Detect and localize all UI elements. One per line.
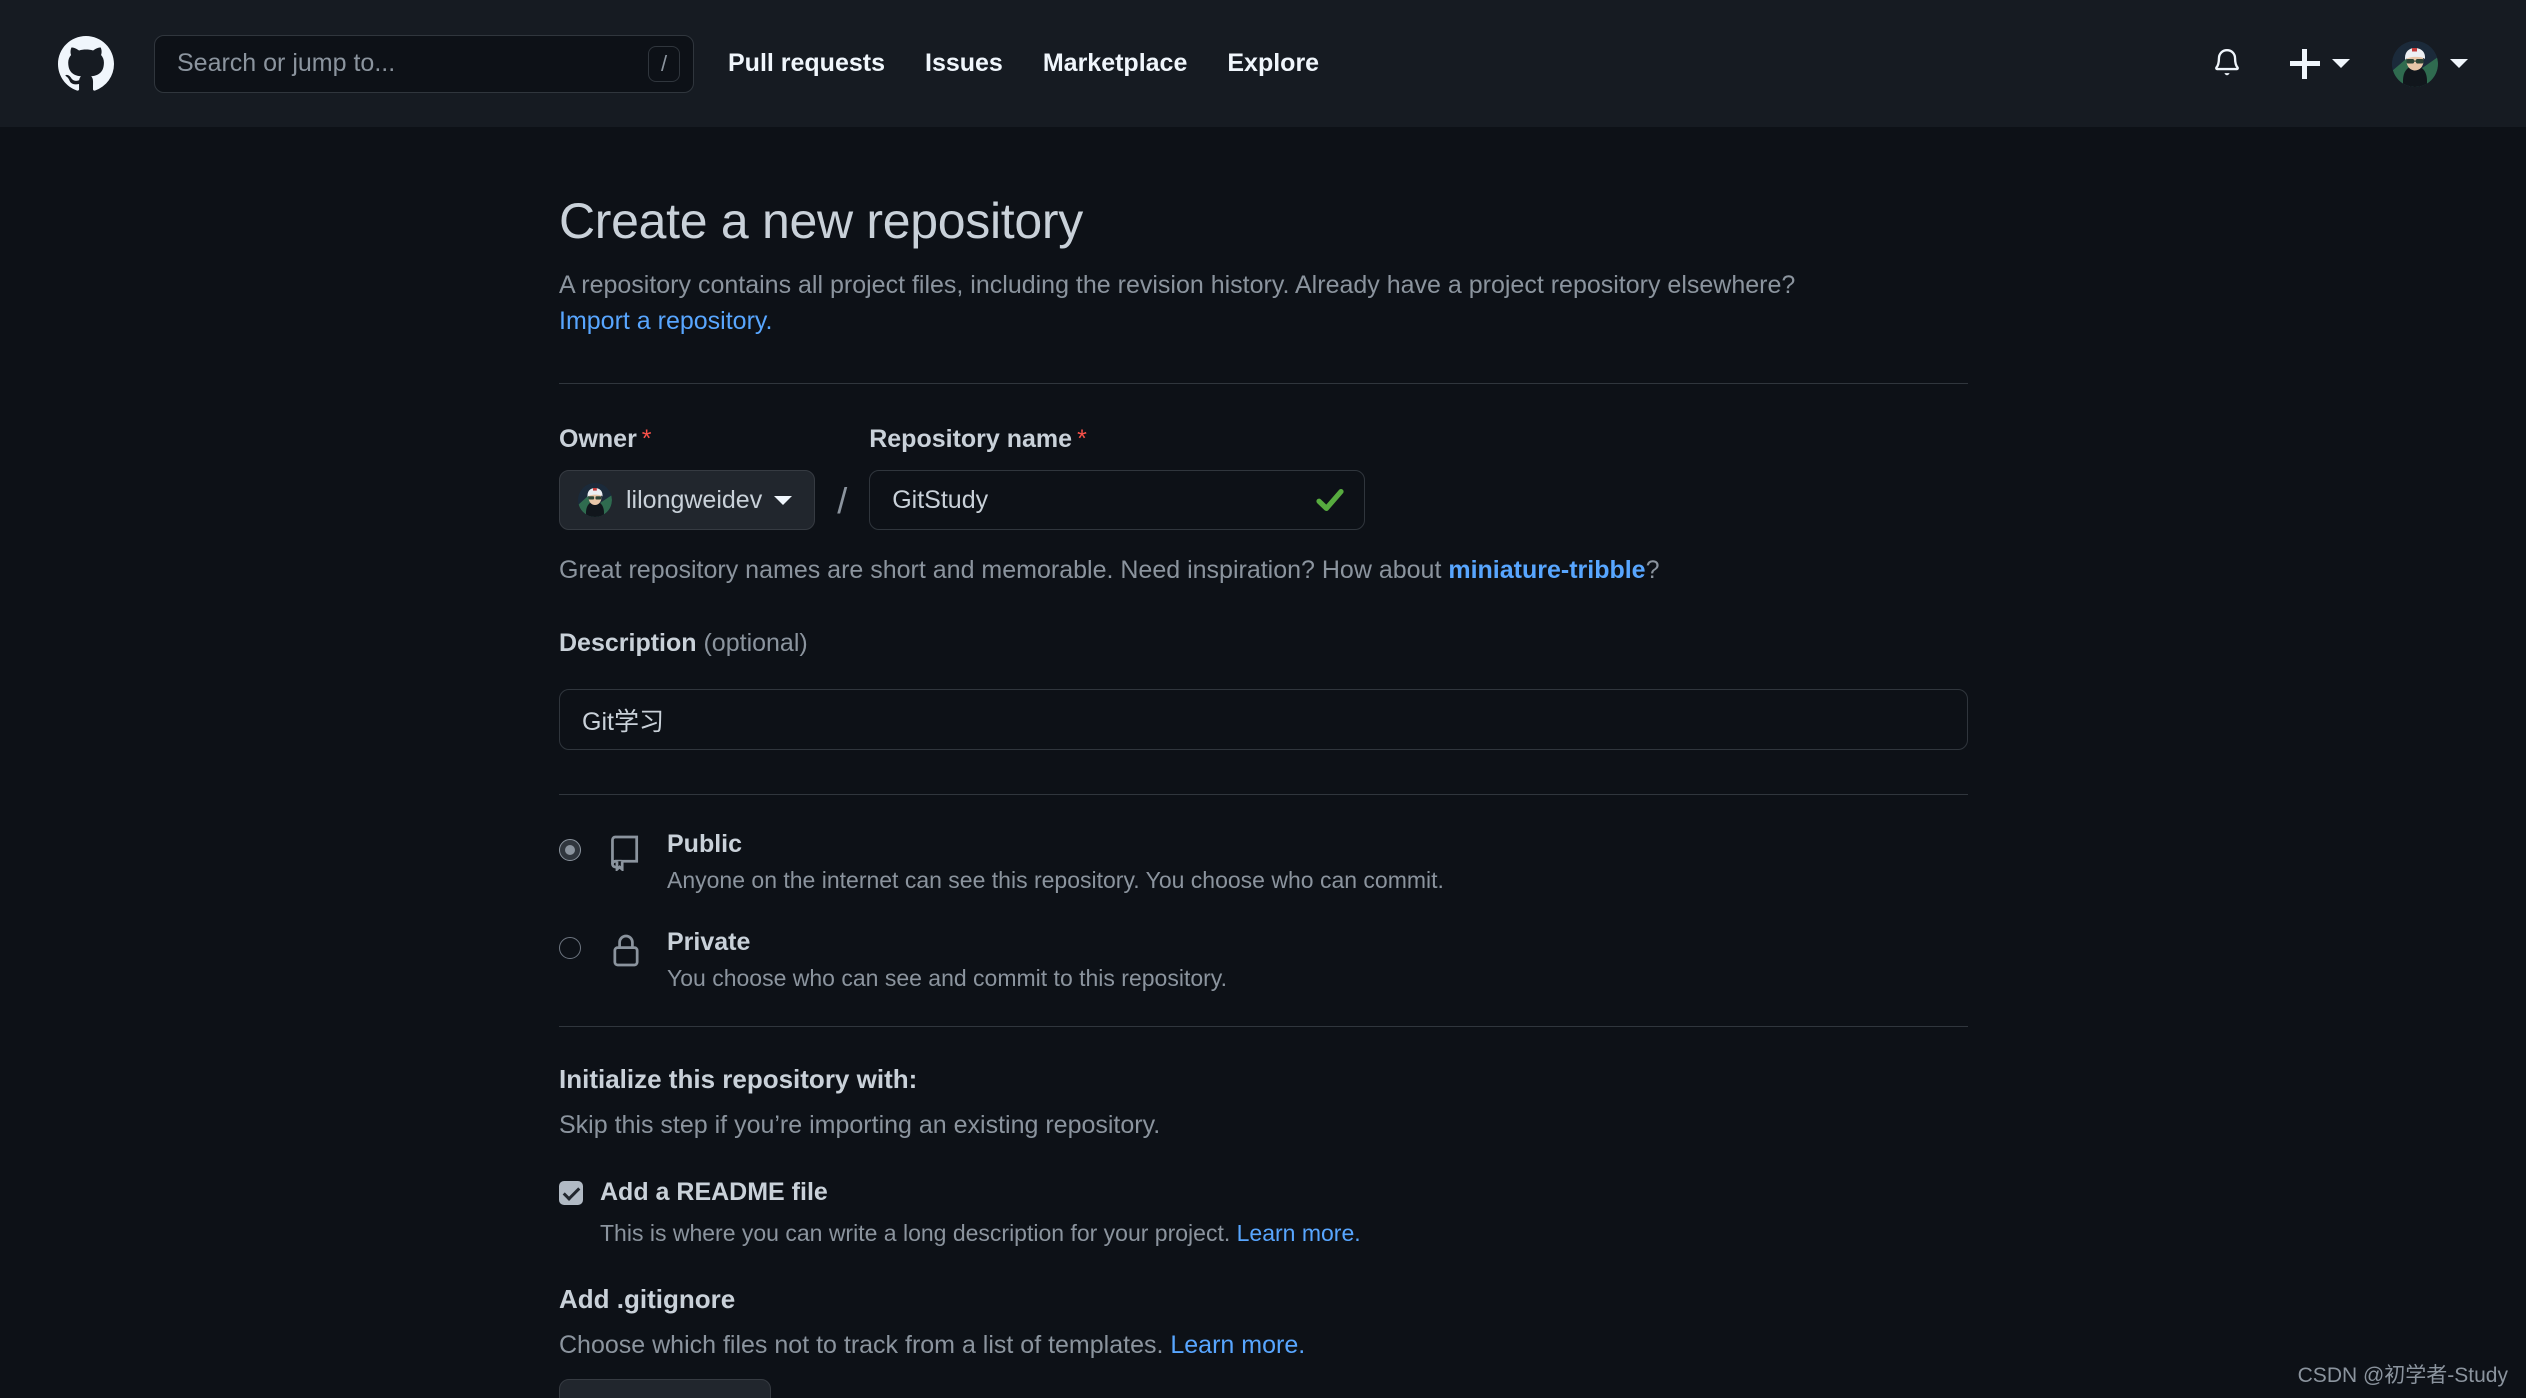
divider xyxy=(559,383,1968,384)
nav-link-pull-requests[interactable]: Pull requests xyxy=(728,49,885,78)
bell-icon[interactable] xyxy=(2210,47,2244,81)
chevron-down-icon xyxy=(774,495,793,505)
description-optional-label: (optional) xyxy=(703,629,808,657)
readme-learn-more-link[interactable]: Learn more. xyxy=(1237,1220,1361,1246)
repository-name-hint: Great repository names are short and mem… xyxy=(559,556,1968,585)
repository-name-label-text: Repository name xyxy=(869,425,1073,453)
visibility-private-subtitle: You choose who can see and commit to thi… xyxy=(667,965,1227,991)
plus-icon xyxy=(2290,48,2320,79)
readme-label[interactable]: Add a README file xyxy=(600,1178,828,1207)
initialize-subtitle: Skip this step if you’re importing an ex… xyxy=(559,1111,1161,1139)
primary-nav: Pull requests Issues Marketplace Explore xyxy=(728,49,1319,78)
visibility-options: Public Anyone on the internet can see th… xyxy=(559,830,1968,992)
chevron-down-icon xyxy=(2332,59,2350,68)
gitignore-subtitle-text: Choose which files not to track from a l… xyxy=(559,1331,1171,1359)
readme-checkbox[interactable] xyxy=(559,1180,583,1205)
description-label: Description (optional) xyxy=(559,629,1968,658)
repository-name-field: Repository name * xyxy=(869,425,1366,530)
main-content: Create a new repository A repository con… xyxy=(0,127,2526,1398)
radio-private[interactable] xyxy=(559,937,581,959)
create-new-menu[interactable] xyxy=(2290,48,2350,79)
gitignore-learn-more-link[interactable]: Learn more. xyxy=(1170,1331,1305,1359)
visibility-public-text: Public Anyone on the internet can see th… xyxy=(667,830,1444,894)
nav-link-issues[interactable]: Issues xyxy=(925,49,1003,78)
page-description-text: A repository contains all project files,… xyxy=(559,271,1796,299)
visibility-public-subtitle: Anyone on the internet can see this repo… xyxy=(667,867,1444,893)
visibility-public-title[interactable]: Public xyxy=(667,830,1444,859)
page-title: Create a new repository xyxy=(559,193,1083,249)
watermark: CSDN @初学者-Study xyxy=(2297,1364,2508,1387)
chevron-down-icon xyxy=(2450,59,2468,68)
repository-name-input[interactable] xyxy=(892,485,1315,515)
suggested-name-link[interactable]: miniature-tribble xyxy=(1448,556,1645,584)
hint-text-before: Great repository names are short and mem… xyxy=(559,556,1449,584)
global-header: / Pull requests Issues Marketplace Explo… xyxy=(0,0,2526,127)
green-check-icon xyxy=(1314,484,1346,516)
visibility-option-private[interactable]: Private You choose who can see and commi… xyxy=(559,928,1968,992)
header-actions xyxy=(2210,40,2468,87)
owner-and-name-row: Owner * lilongweidev / Repository name *… xyxy=(559,425,1968,530)
owner-name-separator: / xyxy=(837,480,848,521)
page-description: A repository contains all project files,… xyxy=(559,268,1968,339)
search-box[interactable]: / xyxy=(154,34,694,93)
readme-subtitle: This is where you can write a long descr… xyxy=(600,1220,1968,1247)
search-input[interactable] xyxy=(177,49,648,78)
owner-label: Owner * xyxy=(559,425,815,454)
divider xyxy=(559,794,1968,795)
avatar xyxy=(2392,40,2438,87)
divider xyxy=(559,1026,1968,1027)
owner-dropdown-button[interactable]: lilongweidev xyxy=(559,470,816,530)
new-repository-form: Create a new repository A repository con… xyxy=(559,192,1968,1398)
search-shortcut-badge: / xyxy=(648,45,680,82)
visibility-option-public[interactable]: Public Anyone on the internet can see th… xyxy=(559,830,1968,894)
gitignore-template-dropdown[interactable] xyxy=(559,1379,771,1398)
github-logo-icon[interactable] xyxy=(58,35,114,92)
lock-icon xyxy=(607,931,645,969)
initialize-title: Initialize this repository with: xyxy=(559,1064,918,1094)
import-repository-link[interactable]: Import a repository. xyxy=(559,307,773,335)
account-menu[interactable] xyxy=(2392,40,2468,87)
readme-subtitle-text: This is where you can write a long descr… xyxy=(600,1220,1237,1246)
readme-checkbox-row[interactable]: Add a README file xyxy=(559,1178,1968,1207)
owner-avatar xyxy=(578,483,612,517)
gitignore-title: Add .gitignore xyxy=(559,1284,736,1314)
nav-link-marketplace[interactable]: Marketplace xyxy=(1043,49,1188,78)
visibility-private-title[interactable]: Private xyxy=(667,928,1227,957)
gitignore-subtitle: Choose which files not to track from a l… xyxy=(559,1331,1968,1360)
repo-book-icon xyxy=(607,833,645,871)
nav-link-explore[interactable]: Explore xyxy=(1227,49,1319,78)
description-field: Description (optional) xyxy=(559,629,1968,750)
repository-name-input-wrap[interactable] xyxy=(869,470,1366,530)
owner-required-mark: * xyxy=(641,425,652,453)
description-label-text: Description xyxy=(559,629,697,657)
hint-text-after: ? xyxy=(1645,556,1660,584)
repository-name-label: Repository name * xyxy=(869,425,1365,454)
repository-name-required-mark: * xyxy=(1077,425,1087,453)
visibility-private-text: Private You choose who can see and commi… xyxy=(667,928,1227,992)
owner-name: lilongweidev xyxy=(626,485,763,514)
owner-label-text: Owner xyxy=(559,425,637,453)
owner-field: Owner * lilongweidev xyxy=(559,425,816,530)
radio-public[interactable] xyxy=(559,839,581,861)
description-input[interactable] xyxy=(559,689,1968,750)
